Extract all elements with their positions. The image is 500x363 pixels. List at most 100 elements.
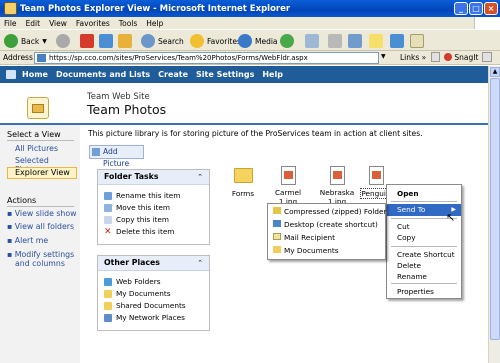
window-title: Team Photos Explorer View - Microsoft In… xyxy=(20,3,291,14)
edit-button[interactable] xyxy=(348,33,362,49)
mail-button[interactable] xyxy=(305,33,319,49)
select-view-heading: Select a View xyxy=(7,130,61,139)
vertical-scrollbar[interactable]: ▲ xyxy=(488,66,500,363)
menu-file[interactable]: File xyxy=(4,19,17,28)
view-explorer-view[interactable]: Explorer View xyxy=(7,167,77,179)
actions-heading: Actions xyxy=(7,196,37,205)
network-icon xyxy=(104,313,112,322)
minimize-button[interactable]: _ xyxy=(454,2,468,15)
send-to-submenu: Compressed (zipped) Folder Desktop (crea… xyxy=(267,203,386,260)
nav-site-settings[interactable]: Site Settings xyxy=(196,70,254,79)
page-title: Team Photos xyxy=(87,102,167,117)
address-input[interactable]: https://sp.cco.com/sites/ProServices/Tea… xyxy=(34,52,379,64)
send-to-compressed-folder[interactable]: Compressed (zipped) Folder xyxy=(268,207,386,216)
view-all-pictures[interactable]: All Pictures xyxy=(15,144,58,153)
folder-tasks-heading: Folder Tasks xyxy=(98,170,209,185)
menu-separator xyxy=(391,201,457,202)
scroll-up-icon[interactable]: ▲ xyxy=(490,67,500,77)
menu-item-properties[interactable]: Properties xyxy=(387,287,461,296)
picture-library-icon xyxy=(32,104,44,113)
research-icon xyxy=(410,34,424,48)
menu-separator xyxy=(391,283,457,284)
nav-help[interactable]: Help xyxy=(262,70,283,79)
favorites-button[interactable]: Favorites xyxy=(190,33,241,49)
site-logo xyxy=(27,97,49,119)
back-button[interactable]: Back ▼ xyxy=(4,33,47,49)
task-rename[interactable]: Rename this item xyxy=(104,191,180,200)
place-my-network-places[interactable]: My Network Places xyxy=(104,313,185,322)
action-view-all-folders[interactable]: ▪ View all folders xyxy=(7,222,74,231)
file-item[interactable]: Carmel 1.jpg xyxy=(268,166,308,206)
history-button[interactable] xyxy=(280,33,294,49)
menu-item-open[interactable]: Open xyxy=(387,189,461,198)
close-button[interactable]: × xyxy=(484,2,498,15)
mouse-cursor-icon: ↖ xyxy=(446,211,456,224)
forward-button[interactable] xyxy=(56,33,70,49)
send-to-desktop[interactable]: Desktop (create shortcut) xyxy=(268,220,385,229)
menu-item-rename[interactable]: Rename xyxy=(387,272,461,281)
add-picture-button[interactable]: Add Picture xyxy=(89,145,144,168)
toolbar-icon[interactable] xyxy=(431,52,440,62)
snagit-options-icon[interactable] xyxy=(482,52,492,62)
place-shared-documents[interactable]: Shared Documents xyxy=(104,301,186,310)
menu-help[interactable]: Help xyxy=(146,19,163,28)
search-button[interactable]: Search xyxy=(141,33,184,49)
folder-icon xyxy=(104,301,112,310)
maximize-button[interactable]: □ xyxy=(469,2,483,15)
folder-tasks-panel: Folder Tasks ⌃ Rename this item Move thi… xyxy=(97,169,210,245)
note-button[interactable] xyxy=(369,33,383,49)
nav-create[interactable]: Create xyxy=(158,70,188,79)
home-button[interactable] xyxy=(118,33,132,49)
history-icon xyxy=(280,34,294,48)
windows-logo-icon xyxy=(474,17,500,29)
address-bar: Address https://sp.cco.com/sites/ProServ… xyxy=(0,51,500,65)
print-button[interactable] xyxy=(328,33,342,49)
send-to-my-documents[interactable]: My Documents xyxy=(268,246,385,255)
links-button[interactable]: Links » xyxy=(400,53,426,62)
copy-icon xyxy=(104,215,112,224)
place-web-folders[interactable]: Web Folders xyxy=(104,277,161,286)
chevron-down-icon: ▼ xyxy=(42,37,47,45)
menu-bar: File Edit View Favorites Tools Help xyxy=(0,17,500,29)
task-delete[interactable]: ✕ Delete this item xyxy=(104,227,174,236)
place-my-documents[interactable]: My Documents xyxy=(104,289,171,298)
research-button[interactable] xyxy=(410,33,424,49)
task-move[interactable]: Move this item xyxy=(104,203,170,212)
sharepoint-icon xyxy=(6,70,16,79)
menu-edit[interactable]: Edit xyxy=(26,19,41,28)
media-button[interactable]: Media xyxy=(238,33,278,49)
menu-separator xyxy=(391,246,457,247)
collapse-chevron-icon[interactable]: ⌃ xyxy=(195,258,205,268)
stop-button[interactable] xyxy=(80,33,94,49)
menu-item-delete[interactable]: Delete xyxy=(387,261,461,270)
menu-item-create-shortcut[interactable]: Create Shortcut xyxy=(387,250,461,259)
nav-documents-and-lists[interactable]: Documents and Lists xyxy=(56,70,150,79)
action-alert-me[interactable]: ▪ Alert me xyxy=(7,236,48,245)
snagit-icon xyxy=(444,53,452,61)
nav-home[interactable]: Home xyxy=(22,70,48,79)
action-view-slide-show[interactable]: ▪ View slide show xyxy=(7,209,77,218)
star-icon xyxy=(190,34,204,48)
scrollbar-thumb[interactable] xyxy=(490,78,500,340)
menu-view[interactable]: View xyxy=(49,19,67,28)
action-modify-settings-cont[interactable]: and columns xyxy=(15,259,65,268)
send-to-mail-recipient[interactable]: Mail Recipient xyxy=(268,233,385,242)
collapse-chevron-icon[interactable]: ⌃ xyxy=(195,172,205,182)
menu-item-copy[interactable]: Copy xyxy=(387,233,461,242)
image-file-icon xyxy=(280,166,296,185)
folder-item[interactable]: Forms xyxy=(231,168,255,198)
messenger-button[interactable] xyxy=(390,33,404,49)
folder-icon xyxy=(273,246,281,253)
site-name: Team Web Site xyxy=(87,92,150,102)
home-icon xyxy=(118,34,132,48)
rename-icon xyxy=(104,191,112,200)
menu-favorites[interactable]: Favorites xyxy=(76,19,110,28)
action-modify-settings[interactable]: ▪ Modify settings xyxy=(7,250,74,259)
menu-tools[interactable]: Tools xyxy=(119,19,137,28)
address-dropdown-icon[interactable]: ▼ xyxy=(381,53,386,60)
refresh-button[interactable] xyxy=(99,33,113,49)
task-copy[interactable]: Copy this item xyxy=(104,215,169,224)
snagit-button[interactable]: SnagIt xyxy=(444,53,478,62)
print-icon xyxy=(328,34,342,48)
file-item[interactable]: Nebraska 1.jpg xyxy=(319,166,355,206)
